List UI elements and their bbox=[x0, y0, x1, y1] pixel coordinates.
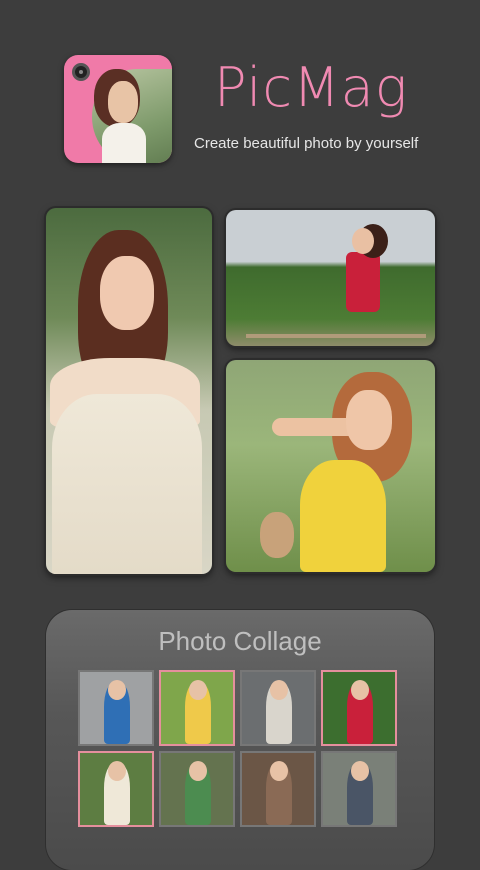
logo-face bbox=[108, 81, 138, 123]
collage-thumbnail[interactable] bbox=[240, 751, 316, 827]
photo-collage-panel[interactable]: Photo Collage bbox=[46, 610, 434, 870]
thumbnail-head bbox=[270, 680, 288, 700]
app-tagline: Create beautiful photo by yourself bbox=[194, 135, 419, 152]
app-title: PicMag bbox=[214, 56, 409, 119]
thumbnail-head bbox=[351, 680, 369, 700]
collage-thumbnail[interactable] bbox=[78, 670, 154, 746]
photo-figure bbox=[346, 252, 380, 312]
photo-face bbox=[346, 390, 392, 450]
featured-photo-left[interactable] bbox=[46, 208, 212, 574]
thumbnail-head bbox=[351, 761, 369, 781]
collage-thumbnail[interactable] bbox=[78, 751, 154, 827]
collage-thumbnail[interactable] bbox=[159, 751, 235, 827]
teddy-bear bbox=[260, 512, 294, 558]
photo-dress bbox=[52, 394, 202, 574]
collage-thumbnail[interactable] bbox=[321, 670, 397, 746]
photo-face bbox=[100, 256, 154, 330]
thumbnail-head bbox=[189, 680, 207, 700]
collage-thumbnail[interactable] bbox=[240, 670, 316, 746]
collage-thumbnail[interactable] bbox=[321, 751, 397, 827]
collage-thumbnail[interactable] bbox=[159, 670, 235, 746]
thumbnail-head bbox=[189, 761, 207, 781]
featured-photo-top-right[interactable] bbox=[226, 210, 435, 346]
photo-rail bbox=[246, 334, 426, 338]
featured-photo-bottom-right[interactable] bbox=[226, 360, 435, 572]
thumbnail-head bbox=[108, 680, 126, 700]
camera-lens-icon bbox=[72, 63, 90, 81]
photo-dress bbox=[300, 460, 386, 572]
photo-head bbox=[352, 228, 374, 254]
app-logo-icon bbox=[64, 55, 172, 163]
thumbnail-head bbox=[108, 761, 126, 781]
collage-thumbnail-grid bbox=[78, 670, 397, 827]
logo-dress bbox=[102, 123, 146, 163]
panel-title: Photo Collage bbox=[158, 626, 322, 656]
thumbnail-head bbox=[270, 761, 288, 781]
